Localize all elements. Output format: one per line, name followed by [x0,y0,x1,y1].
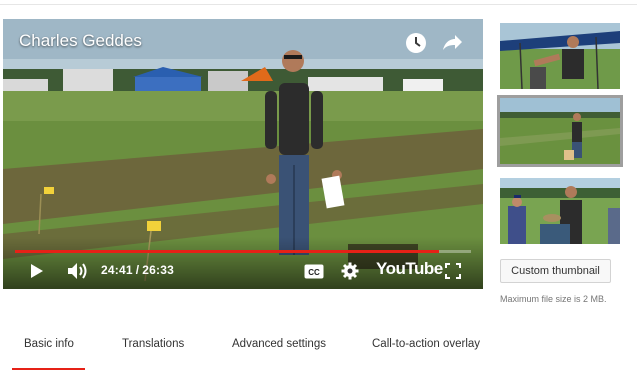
thumbnail-option-1[interactable] [500,23,620,89]
captions-icon: CC [304,264,324,278]
duration: 26:33 [142,263,174,277]
thumbnail-image-1 [500,23,620,89]
youtube-logo[interactable]: YouTube [376,259,443,279]
progress-played [15,250,440,253]
svg-text:CC: CC [308,268,320,277]
active-tab-indicator [12,368,85,370]
thumbnail-option-3[interactable] [500,178,620,244]
tab-call-to-action-overlay[interactable]: Call-to-action overlay [372,338,480,350]
tab-advanced-settings[interactable]: Advanced settings [232,338,326,350]
progress-bar[interactable] [15,250,471,253]
thumbnail-image-3 [500,178,620,244]
file-size-note: Maximum file size is 2 MB. [500,294,607,304]
video-title[interactable]: Charles Geddes [19,31,142,51]
thumbnail-image-2 [500,98,620,164]
time-display: 24:41/26:33 [101,263,174,277]
settings-icon [341,262,359,280]
settings-button[interactable] [340,261,360,281]
play-icon [31,264,43,278]
tab-bar: Basic info Translations Advanced setting… [0,330,637,373]
custom-thumbnail-button[interactable]: Custom thumbnail [500,259,611,283]
volume-button[interactable] [67,261,89,281]
fullscreen-button[interactable] [444,261,462,281]
fullscreen-icon [445,263,461,279]
volume-icon [68,263,87,279]
share-icon[interactable] [441,32,463,54]
time-separator: / [135,263,140,277]
play-button[interactable] [29,261,45,281]
current-time: 24:41 [101,263,133,277]
thumbnail-option-2[interactable] [497,95,623,167]
captions-button[interactable]: CC [303,261,325,281]
watch-later-icon[interactable] [405,32,427,54]
video-player[interactable]: Charles Geddes 24:41/26:33 CC YouTube [3,19,483,289]
tab-basic-info[interactable]: Basic info [24,338,74,350]
top-divider [0,4,637,5]
tab-translations[interactable]: Translations [122,338,184,350]
